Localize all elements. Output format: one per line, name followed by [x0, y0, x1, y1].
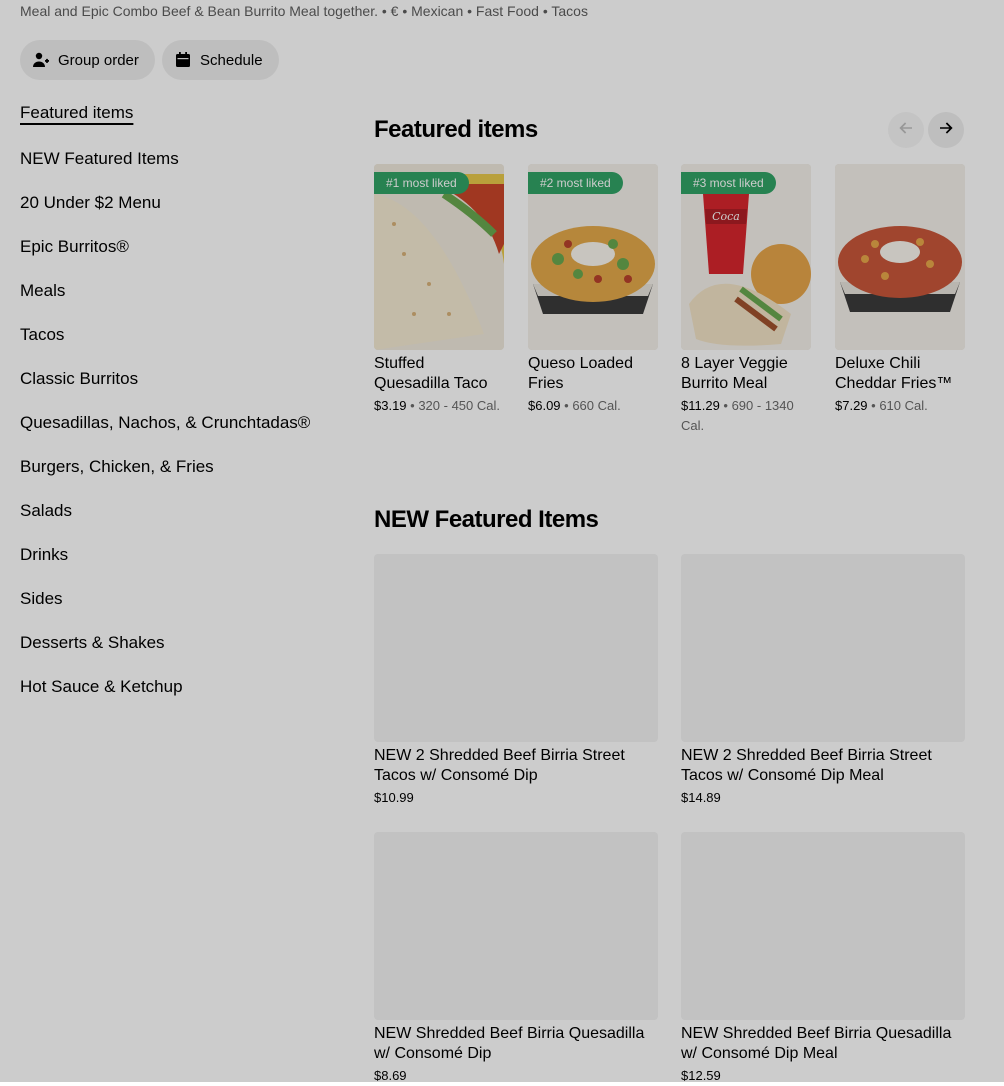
modal-backdrop-overlay[interactable]: [0, 0, 1004, 1082]
